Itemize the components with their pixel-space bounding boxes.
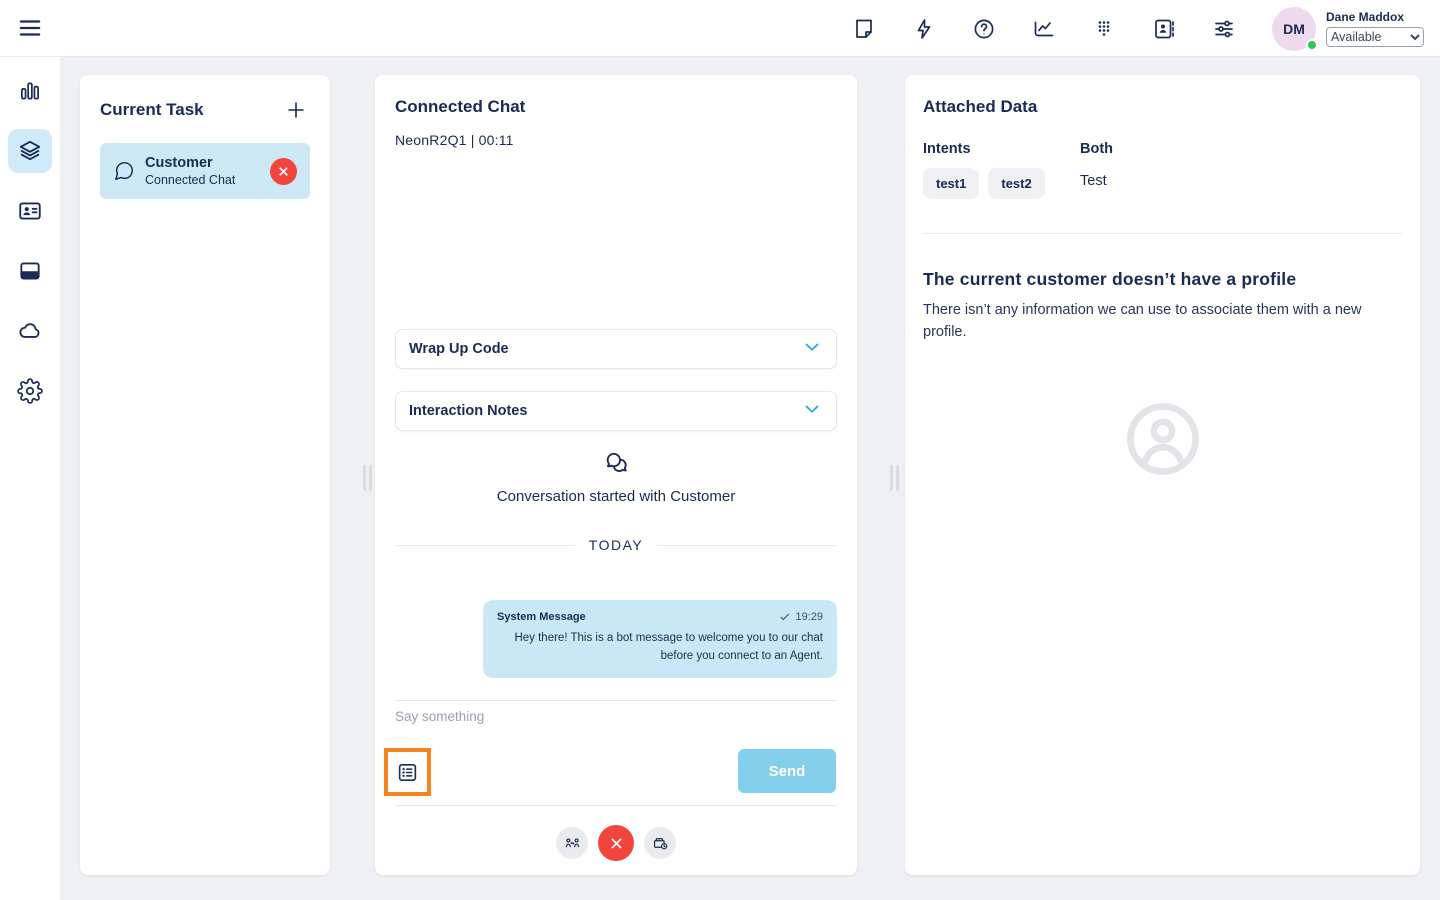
current-task-panel: Current Task Customer Connected Chat bbox=[80, 75, 330, 875]
left-rail bbox=[0, 57, 60, 900]
no-profile-text: There isn’t any information we can use t… bbox=[923, 302, 1362, 340]
current-task-title: Current Task bbox=[100, 100, 204, 119]
status-select[interactable]: Available bbox=[1326, 27, 1424, 47]
quick-launch-icon[interactable] bbox=[912, 17, 936, 41]
attached-data-title: Attached Data bbox=[923, 97, 1038, 116]
task-name: Customer bbox=[145, 155, 213, 171]
message-time: 19:29 bbox=[779, 611, 823, 623]
wrap-up-code-accordion[interactable]: Wrap Up Code bbox=[395, 329, 837, 369]
message-text: Hey there! This is a bot message to welc… bbox=[514, 632, 823, 662]
panel-resize-handle[interactable] bbox=[890, 465, 899, 491]
layers-icon bbox=[19, 140, 41, 161]
note-icon[interactable] bbox=[852, 17, 876, 41]
top-bar: DM Dane Maddox Available bbox=[0, 0, 1440, 57]
task-item-customer[interactable]: Customer Connected Chat bbox=[100, 143, 310, 199]
interaction-notes-label: Interaction Notes bbox=[409, 403, 528, 419]
avatar-initials: DM bbox=[1283, 20, 1305, 37]
intent-chip: test1 bbox=[923, 168, 980, 199]
divider bbox=[395, 805, 837, 806]
avatar[interactable]: DM bbox=[1272, 6, 1318, 51]
end-chat-icon[interactable] bbox=[598, 825, 634, 861]
connected-chat-panel: Connected Chat NeonR2Q1 | 00:11 Wrap Up … bbox=[375, 75, 857, 875]
delivered-check-icon bbox=[780, 613, 790, 621]
message-sender: System Message bbox=[497, 611, 586, 623]
help-icon[interactable] bbox=[972, 17, 996, 41]
directory-icon[interactable] bbox=[1152, 17, 1176, 41]
chat-bubble-icon bbox=[113, 160, 135, 182]
chevron-down-icon bbox=[801, 398, 823, 425]
both-label: Both bbox=[1080, 141, 1114, 157]
conversation-started-text: Conversation started with Customer bbox=[496, 488, 736, 505]
day-divider: TODAY bbox=[395, 537, 837, 553]
reports-icon[interactable] bbox=[1032, 17, 1056, 41]
intents-label: Intents bbox=[923, 141, 971, 157]
profile-placeholder-icon bbox=[905, 397, 1420, 481]
customer-card-icon[interactable] bbox=[8, 189, 52, 233]
panel-resize-handle[interactable] bbox=[363, 465, 372, 491]
intent-chip: test2 bbox=[988, 168, 1045, 199]
chevron-down-icon bbox=[801, 336, 823, 363]
status-dot bbox=[1306, 38, 1318, 51]
chat-message-input[interactable] bbox=[395, 709, 735, 724]
both-value: Test bbox=[1080, 173, 1107, 189]
chat-title: Connected Chat bbox=[395, 97, 526, 116]
settings-sliders-icon[interactable] bbox=[1212, 17, 1236, 41]
send-button[interactable]: Send bbox=[738, 749, 836, 793]
cloud-icon[interactable] bbox=[8, 309, 52, 353]
task-subtitle: Connected Chat bbox=[145, 173, 236, 187]
metrics-icon[interactable] bbox=[8, 69, 52, 113]
add-task-icon[interactable] bbox=[284, 97, 310, 123]
user-name: Dane Maddox bbox=[1326, 10, 1405, 24]
day-divider-label: TODAY bbox=[588, 537, 644, 553]
transfer-icon[interactable] bbox=[556, 827, 588, 859]
dialpad-icon[interactable] bbox=[1092, 17, 1116, 41]
canned-responses-button[interactable] bbox=[384, 748, 431, 796]
intents-chips: test1 test2 bbox=[923, 168, 1045, 199]
menu-icon[interactable] bbox=[17, 15, 43, 41]
chat-subtitle: NeonR2Q1 | 00:11 bbox=[395, 132, 514, 148]
gear-icon[interactable] bbox=[8, 369, 52, 413]
sidebar-item-interactions[interactable] bbox=[8, 129, 52, 173]
chat-action-row bbox=[375, 823, 857, 863]
divider bbox=[395, 700, 837, 701]
conversation-bubbles-icon bbox=[375, 450, 857, 480]
interaction-notes-accordion[interactable]: Interaction Notes bbox=[395, 391, 837, 431]
list-icon bbox=[398, 763, 417, 781]
wrap-up-code-label: Wrap Up Code bbox=[409, 341, 509, 357]
close-task-icon[interactable] bbox=[270, 157, 297, 185]
apps-window-icon[interactable] bbox=[8, 249, 52, 293]
no-profile-title: The current customer doesn’t have a prof… bbox=[923, 269, 1297, 289]
user-block: DM Dane Maddox Available bbox=[1272, 6, 1424, 51]
divider bbox=[923, 233, 1402, 234]
elevate-icon[interactable] bbox=[644, 827, 676, 859]
system-message-bubble: System Message 19:29 Hey there! This is … bbox=[483, 600, 837, 678]
attached-data-panel: Attached Data Intents Both test1 test2 T… bbox=[905, 75, 1420, 875]
